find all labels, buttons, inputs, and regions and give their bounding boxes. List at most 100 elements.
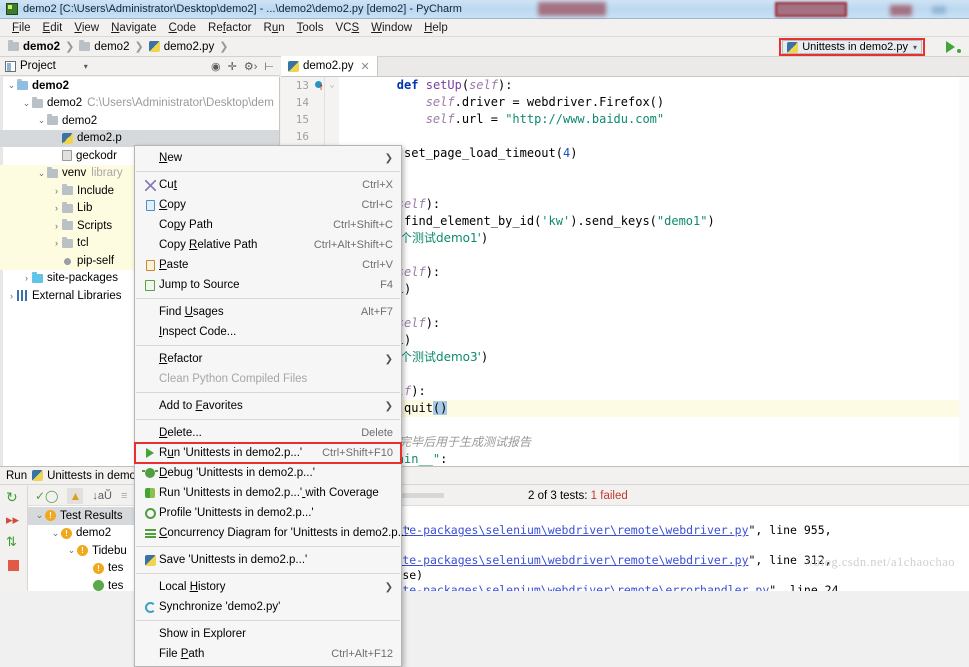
menu-refactor[interactable]: Refactor [202,21,257,35]
tree-twisty[interactable]: › [21,273,32,283]
menu-item-delete[interactable]: Delete...Delete [135,423,401,443]
expand-collapse-icon[interactable]: ≡ [121,490,127,502]
rerun-failed-icon[interactable]: ▸▸ [6,512,21,527]
gutter-line[interactable]: 16 [281,128,324,145]
run-icon [146,448,154,458]
project-panel-title[interactable]: Project [20,60,56,72]
tree-twisty[interactable]: ⌄ [36,115,47,126]
tree-twisty[interactable]: ⌄ [66,545,77,556]
editor-tab-demo2[interactable]: demo2.py ✕ [281,56,378,76]
breadcrumb-separator: ❯ [219,40,228,53]
sort-alphabetically-icon[interactable]: ↓aṺ [92,490,112,502]
fold-marker[interactable] [325,94,339,111]
breadcrumb-item-2[interactable]: demo2.py [164,41,215,53]
menu-vcs[interactable]: VCS [329,21,365,35]
run-button-icon[interactable] [946,41,955,53]
menu-item-new[interactable]: New❯ [135,148,401,168]
menu-separator [136,298,400,299]
gutter-line[interactable]: 15 [281,111,324,128]
submenu-arrow-icon: ❯ [385,401,401,412]
menu-view[interactable]: View [68,21,105,35]
menu-item-profile-unittests-in-demo2-p[interactable]: Profile 'Unittests in demo2.p...' [135,503,401,523]
fold-marker[interactable]: ⌄ [325,77,339,94]
menu-item-copy-relative-path[interactable]: Copy Relative PathCtrl+Alt+Shift+C [135,235,401,255]
editor-text[interactable]: def setUp(self): self.driver = webdriver… [339,77,969,466]
menu-item-show-in-explorer[interactable]: Show in Explorer [135,624,401,644]
menu-item-debug-unittests-in-demo2-p[interactable]: Debug 'Unittests in demo2.p...' [135,463,401,483]
run-configuration-selector[interactable]: Unittests in demo2.py ▾ [782,40,922,54]
tree-item-demo2[interactable]: ⌄demo2C:\Users\Administrator\Desktop\dem [0,95,279,113]
tree-twisty[interactable]: ⌄ [6,80,17,91]
tree-twisty[interactable]: ⌄ [34,510,45,521]
run-configuration-label: Unittests in demo2.py [802,41,908,53]
tree-item-demo2[interactable]: ⌄demo2 [0,77,279,95]
menu-item-local-history[interactable]: Local History❯ [135,577,401,597]
code-line: def setUp(self): [339,77,969,94]
menu-item-concurrency-diagram-for-unittests-in-demo2-p[interactable]: Concurrency Diagram for 'Unittests in de… [135,523,401,543]
code-line: self.driver = webdriver.Firefox() [339,94,969,111]
rerun-icon[interactable]: ↻ [6,490,21,505]
run-tab-label[interactable]: Run [6,470,27,482]
breadcrumb-item-1[interactable]: demo2 [94,41,129,53]
menu-window[interactable]: Window [365,21,418,35]
editor-vertical-scrollbar[interactable] [959,77,969,466]
menu-item-file-path[interactable]: File PathCtrl+Alt+F12 [135,644,401,664]
tree-twisty[interactable]: › [51,238,62,248]
menu-item-run-unittests-in-demo2-p-with-coverage[interactable]: Run 'Unittests in demo2.p...' with Cover… [135,483,401,503]
chevron-down-icon[interactable]: ▾ [84,62,88,71]
menu-item-icon [141,468,159,478]
tree-twisty[interactable]: ⌄ [21,98,32,109]
tree-twisty[interactable]: › [6,291,17,301]
menu-item-add-to-favorites[interactable]: Add to Favorites❯ [135,396,401,416]
collapse-panel-icon[interactable]: ⊢ [264,60,274,73]
gutter-line[interactable]: 13↑ [281,77,324,94]
tree-twisty[interactable]: › [51,221,62,231]
tree-twisty[interactable]: ⌄ [50,528,61,539]
menu-item-label: Concurrency Diagram for 'Unittests in de… [159,527,409,539]
menu-edit[interactable]: Edit [37,21,69,35]
menu-file[interactable]: File [6,21,37,35]
tree-twisty[interactable]: › [51,203,62,213]
fold-marker[interactable] [325,128,339,145]
code-line: t_demo2(self): [339,264,969,281]
tree-twisty[interactable]: › [51,186,62,196]
menu-item-cut[interactable]: CutCtrl+X [135,175,401,195]
locate-icon[interactable]: ◉ [211,60,221,73]
menu-item-jump-to-source[interactable]: Jump to SourceF4 [135,275,401,295]
show-passed-icon[interactable]: ✓◯ [35,489,58,503]
menu-code[interactable]: Code [163,21,203,35]
menu-help[interactable]: Help [418,21,454,35]
tree-item-demo2[interactable]: ⌄demo2 [0,112,279,130]
code-line: f.driver.quit() [339,400,969,417]
redacted-region [538,2,606,16]
menu-item-run-unittests-in-demo2-p[interactable]: Run 'Unittests in demo2.p...'Ctrl+Shift+… [135,443,401,463]
menu-item-icon [141,529,159,538]
toggle-auto-test-icon[interactable]: ⇅ [6,534,21,549]
breadcrumb-item-0[interactable]: demo2 [23,41,60,53]
menu-item-inspect-code[interactable]: Inspect Code... [135,322,401,342]
menu-item-save-unittests-in-demo2-p[interactable]: Save 'Unittests in demo2.p...' [135,550,401,570]
show-ignored-icon[interactable]: ▲ [67,488,83,504]
menu-item-refactor[interactable]: Refactor❯ [135,349,401,369]
stop-icon[interactable] [8,560,19,571]
gutter-line[interactable]: 14 [281,94,324,111]
expand-all-icon[interactable]: ✛ [228,60,237,73]
menu-item-find-usages[interactable]: Find UsagesAlt+F7 [135,302,401,322]
menu-item-label: Copy [159,199,362,211]
menu-item-synchronize-demo2-py[interactable]: Synchronize 'demo2.py' [135,597,401,617]
run-config-name[interactable]: Unittests in demo2 [47,470,142,482]
menu-tools[interactable]: Tools [291,21,330,35]
close-icon[interactable]: ✕ [361,60,370,73]
menu-item-copy-path[interactable]: Copy PathCtrl+Shift+C [135,215,401,235]
menu-item-copy[interactable]: CopyCtrl+C [135,195,401,215]
context-menu[interactable]: New❯ CutCtrl+XCopyCtrl+CCopy PathCtrl+Shi… [134,145,402,667]
menu-navigate[interactable]: Navigate [105,21,162,35]
gear-icon[interactable]: ⚙› [244,60,258,73]
tree-item-label: demo2.p [77,132,122,144]
fold-marker[interactable] [325,111,339,128]
tree-twisty[interactable]: ⌄ [36,168,47,179]
menu-separator [136,573,400,574]
menu-run[interactable]: Run [258,21,291,35]
menu-item-paste[interactable]: PasteCtrl+V [135,255,401,275]
python-config-icon [787,42,798,53]
